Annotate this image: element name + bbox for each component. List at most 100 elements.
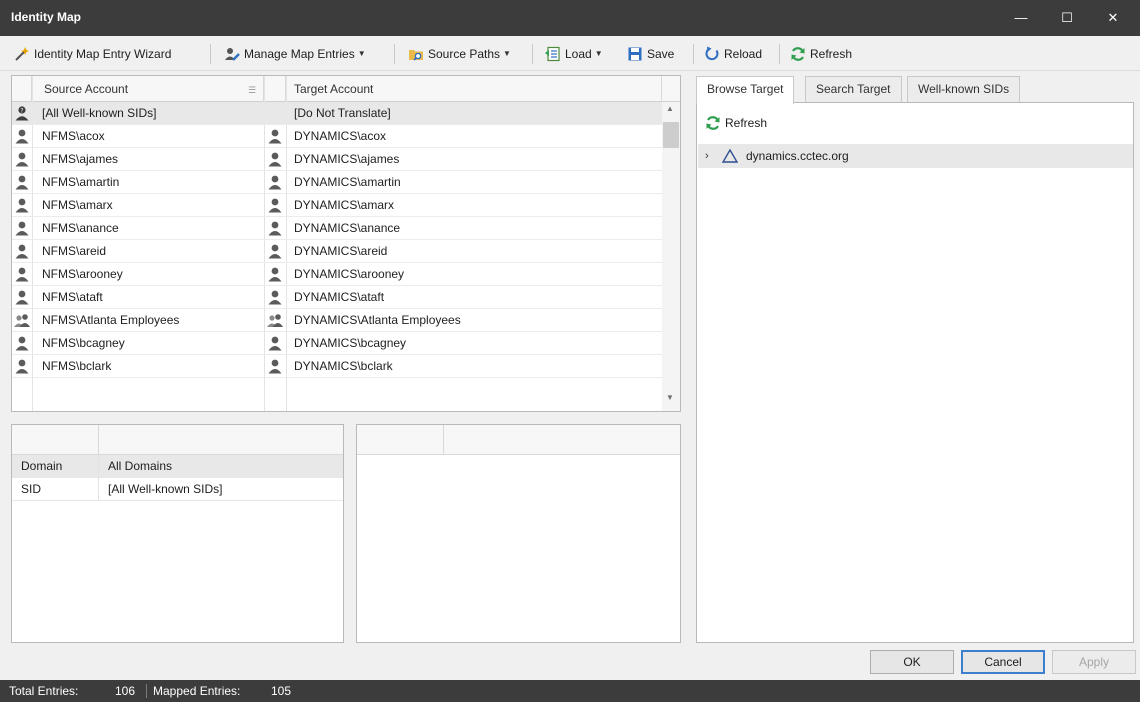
window-title: Identity Map — [11, 10, 82, 24]
user-icon — [14, 358, 30, 374]
grid-scrollbar[interactable]: ▲ ▼ — [662, 102, 680, 411]
maximize-button[interactable]: ☐ — [1044, 0, 1090, 36]
cancel-button[interactable]: Cancel — [961, 650, 1045, 674]
table-row[interactable]: NFMS\areid DYNAMICS\areid — [12, 240, 662, 263]
details-key: SID — [21, 482, 42, 496]
user-icon — [267, 266, 283, 282]
details-value: [All Well-known SIDs] — [108, 482, 223, 496]
reload-button[interactable]: Reload — [704, 43, 762, 64]
save-label: Save — [647, 46, 675, 61]
details-key: Domain — [21, 459, 63, 473]
table-row[interactable]: ? [All Well-known SIDs] [Do Not Translate] — [12, 102, 662, 125]
group-icon — [14, 312, 30, 328]
toolbar-separator — [532, 44, 533, 64]
scroll-down-icon[interactable]: ▼ — [666, 393, 674, 402]
scroll-up-icon[interactable]: ▲ — [666, 104, 674, 113]
manage-label: Manage Map Entries — [244, 46, 355, 61]
details-header — [12, 425, 343, 455]
chevron-down-icon: ▼ — [357, 49, 366, 58]
user-icon — [14, 335, 30, 351]
target-account-cell: DYNAMICS\ajames — [294, 152, 400, 166]
manage-map-entries-button[interactable]: Manage Map Entries ▼ — [224, 43, 366, 64]
details-row-domain[interactable]: Domain All Domains — [12, 455, 343, 478]
identity-map-entry-wizard-button[interactable]: Identity Map Entry Wizard — [14, 43, 171, 64]
source-paths-label: Source Paths — [428, 46, 501, 61]
reload-icon — [705, 46, 719, 60]
tab-label: Well-known SIDs — [918, 82, 1010, 96]
table-row[interactable]: NFMS\bclark DYNAMICS\bclark — [12, 355, 662, 378]
total-entries-value: 106 — [115, 684, 136, 698]
minimize-button[interactable]: — — [998, 0, 1044, 36]
source-account-cell: NFMS\amarx — [42, 198, 113, 212]
target-account-cell: DYNAMICS\areid — [294, 244, 388, 258]
user-icon — [267, 197, 283, 213]
status-bar: Total Entries: 106 Mapped Entries: 105 — [0, 680, 1140, 702]
user-icon — [14, 266, 30, 282]
browse-target-panel: Refresh › dynamics.cctec.org — [696, 102, 1134, 643]
load-button[interactable]: Load ▼ — [545, 43, 603, 64]
source-account-cell: NFMS\acox — [42, 129, 105, 143]
user-icon — [14, 289, 30, 305]
target-account-header[interactable]: Target Account — [286, 76, 662, 102]
title-bar: Identity Map — ☐ ✕ — [0, 0, 1140, 36]
user-icon — [14, 174, 30, 190]
source-paths-button[interactable]: Source Paths ▼ — [408, 43, 511, 64]
target-account-cell: DYNAMICS\acox — [294, 129, 387, 143]
browse-refresh-button[interactable]: Refresh — [705, 115, 767, 131]
table-row[interactable]: NFMS\Atlanta Employees DYNAMICS\Atlanta E… — [12, 309, 662, 332]
magic-wand-icon — [15, 46, 29, 61]
apply-button[interactable]: Apply — [1052, 650, 1136, 674]
refresh-icon — [791, 46, 805, 61]
target-account-cell: DYNAMICS\bcagney — [294, 336, 407, 350]
table-row[interactable]: NFMS\arooney DYNAMICS\arooney — [12, 263, 662, 286]
expand-chevron-icon[interactable]: › — [705, 144, 709, 168]
source-account-cell: NFMS\Atlanta Employees — [42, 313, 180, 327]
save-button[interactable]: Save — [627, 43, 674, 64]
table-row[interactable]: NFMS\ajames DYNAMICS\ajames — [12, 148, 662, 171]
refresh-button[interactable]: Refresh — [790, 43, 852, 64]
mapped-entries-value: 105 — [271, 684, 292, 698]
svg-text:?: ? — [20, 108, 23, 115]
source-account-header[interactable]: Source Account — [32, 76, 264, 102]
user-icon — [267, 220, 283, 236]
domain-triangle-icon — [722, 149, 738, 163]
toolbar-separator — [779, 44, 780, 64]
user-edit-icon — [225, 47, 240, 61]
target-account-header-label: Target Account — [294, 82, 374, 96]
well-known-sid-icon: ? — [14, 105, 30, 121]
tab-search-target[interactable]: Search Target — [805, 76, 902, 102]
mapped-entries-label: Mapped Entries: — [153, 684, 241, 698]
user-icon — [14, 128, 30, 144]
source-account-cell: NFMS\bcagney — [42, 336, 125, 350]
source-account-header-label: Source Account — [44, 82, 129, 96]
table-row[interactable]: NFMS\bcagney DYNAMICS\bcagney — [12, 332, 662, 355]
tree-item-label: dynamics.cctec.org — [746, 149, 849, 163]
tab-well-known-sids[interactable]: Well-known SIDs — [907, 76, 1021, 102]
target-icon-header — [264, 76, 286, 102]
user-icon — [14, 243, 30, 259]
table-row[interactable]: NFMS\ataft DYNAMICS\ataft — [12, 286, 662, 309]
table-row[interactable]: NFMS\anance DYNAMICS\anance — [12, 217, 662, 240]
sort-icon[interactable]: ☰ — [248, 85, 256, 96]
tab-browse-target[interactable]: Browse Target — [696, 76, 795, 104]
table-row[interactable]: NFMS\acox DYNAMICS\acox — [12, 125, 662, 148]
details-panel: Domain All Domains SID [All Well-known S… — [11, 424, 344, 643]
user-icon — [267, 174, 283, 190]
source-account-cell: [All Well-known SIDs] — [42, 106, 157, 120]
ok-button[interactable]: OK — [870, 650, 954, 674]
details-row-sid[interactable]: SID [All Well-known SIDs] — [12, 478, 343, 501]
scrollbar-thumb[interactable] — [663, 122, 679, 148]
table-row[interactable]: NFMS\amarx DYNAMICS\amarx — [12, 194, 662, 217]
load-icon — [545, 46, 560, 61]
table-row[interactable]: NFMS\amartin DYNAMICS\amartin — [12, 171, 662, 194]
target-account-cell: DYNAMICS\ataft — [294, 290, 385, 304]
secondary-details-panel — [356, 424, 681, 643]
identity-map-grid[interactable]: Source Account ☰ Target Account ? [All We… — [11, 75, 681, 412]
source-account-cell: NFMS\areid — [42, 244, 107, 258]
source-account-cell: NFMS\anance — [42, 221, 119, 235]
user-icon — [267, 289, 283, 305]
tree-item-domain[interactable]: › dynamics.cctec.org — [698, 144, 1133, 168]
browse-refresh-label: Refresh — [725, 116, 768, 130]
target-account-cell: DYNAMICS\amartin — [294, 175, 401, 189]
close-button[interactable]: ✕ — [1090, 0, 1136, 36]
